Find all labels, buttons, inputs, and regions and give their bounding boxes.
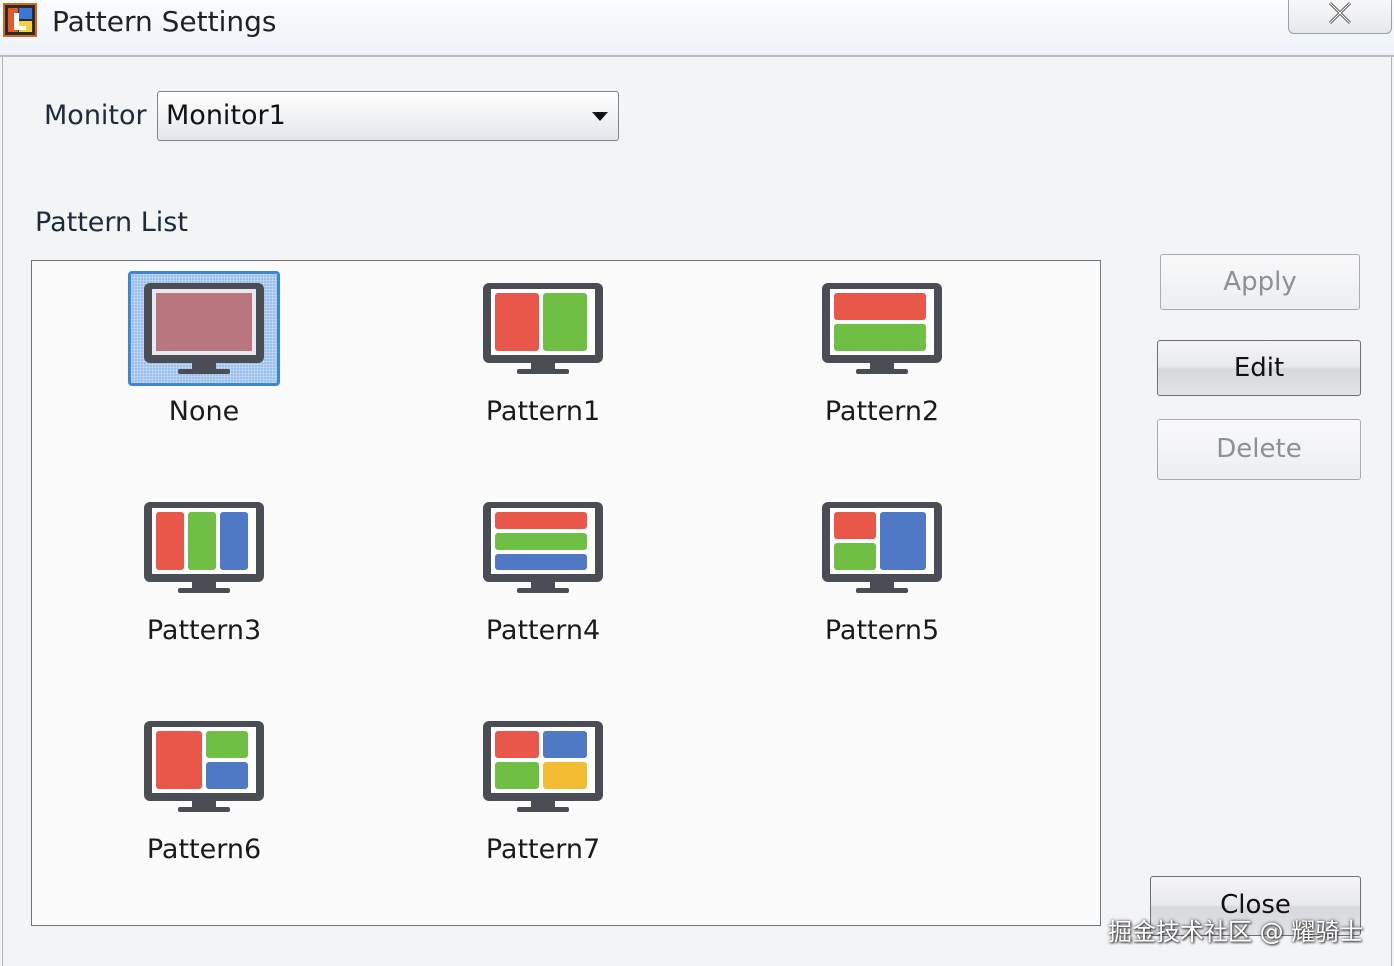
pattern-7-icon bbox=[467, 709, 619, 824]
monitor-dropdown[interactable]: Monitor1 bbox=[157, 91, 619, 141]
pattern-2-icon bbox=[806, 271, 958, 386]
pattern-item-1[interactable]: Pattern1 bbox=[427, 261, 627, 451]
pattern-item-label: Pattern2 bbox=[824, 396, 940, 427]
pattern-6-icon bbox=[128, 709, 280, 824]
title-bar: Pattern Settings bbox=[0, 0, 1394, 57]
pattern-3-icon bbox=[128, 490, 280, 605]
edit-button[interactable]: Edit bbox=[1157, 340, 1361, 396]
pattern-item-3[interactable]: Pattern3 bbox=[88, 480, 288, 670]
window-title: Pattern Settings bbox=[52, 5, 277, 38]
apply-button[interactable]: Apply bbox=[1160, 254, 1360, 310]
chevron-down-icon bbox=[592, 112, 608, 121]
pattern-4-icon bbox=[467, 490, 619, 605]
delete-button[interactable]: Delete bbox=[1157, 419, 1361, 480]
pattern-item-2[interactable]: Pattern2 bbox=[766, 261, 966, 451]
pattern-5-icon bbox=[806, 490, 958, 605]
pattern-item-label: Pattern7 bbox=[485, 834, 601, 865]
pattern-item-4[interactable]: Pattern4 bbox=[427, 480, 627, 670]
pattern-list-label: Pattern List bbox=[35, 207, 188, 238]
pattern-item-label: None bbox=[168, 396, 240, 427]
pattern-1-icon bbox=[467, 271, 619, 386]
pattern-list[interactable]: None Pattern1 Pattern2 Pattern3 Pattern4… bbox=[31, 260, 1101, 926]
pattern-none-icon bbox=[128, 271, 280, 386]
monitor-label: Monitor bbox=[44, 100, 147, 131]
window-close-button[interactable] bbox=[1288, 0, 1392, 34]
app-logo-icon bbox=[3, 3, 37, 37]
pattern-item-label: Pattern4 bbox=[485, 615, 601, 646]
pattern-item-label: Pattern3 bbox=[146, 615, 262, 646]
monitor-dropdown-value: Monitor1 bbox=[166, 100, 286, 131]
pattern-item-6[interactable]: Pattern6 bbox=[88, 699, 288, 889]
watermark-text: 掘金技术社区 @ 耀骑士 bbox=[1108, 918, 1364, 946]
pattern-item-label: Pattern6 bbox=[146, 834, 262, 865]
pattern-item-label: Pattern5 bbox=[824, 615, 940, 646]
close-icon bbox=[1328, 1, 1352, 25]
pattern-item-none[interactable]: None bbox=[88, 261, 288, 451]
pattern-item-5[interactable]: Pattern5 bbox=[766, 480, 966, 670]
pattern-item-label: Pattern1 bbox=[485, 396, 601, 427]
pattern-item-7[interactable]: Pattern7 bbox=[427, 699, 627, 889]
